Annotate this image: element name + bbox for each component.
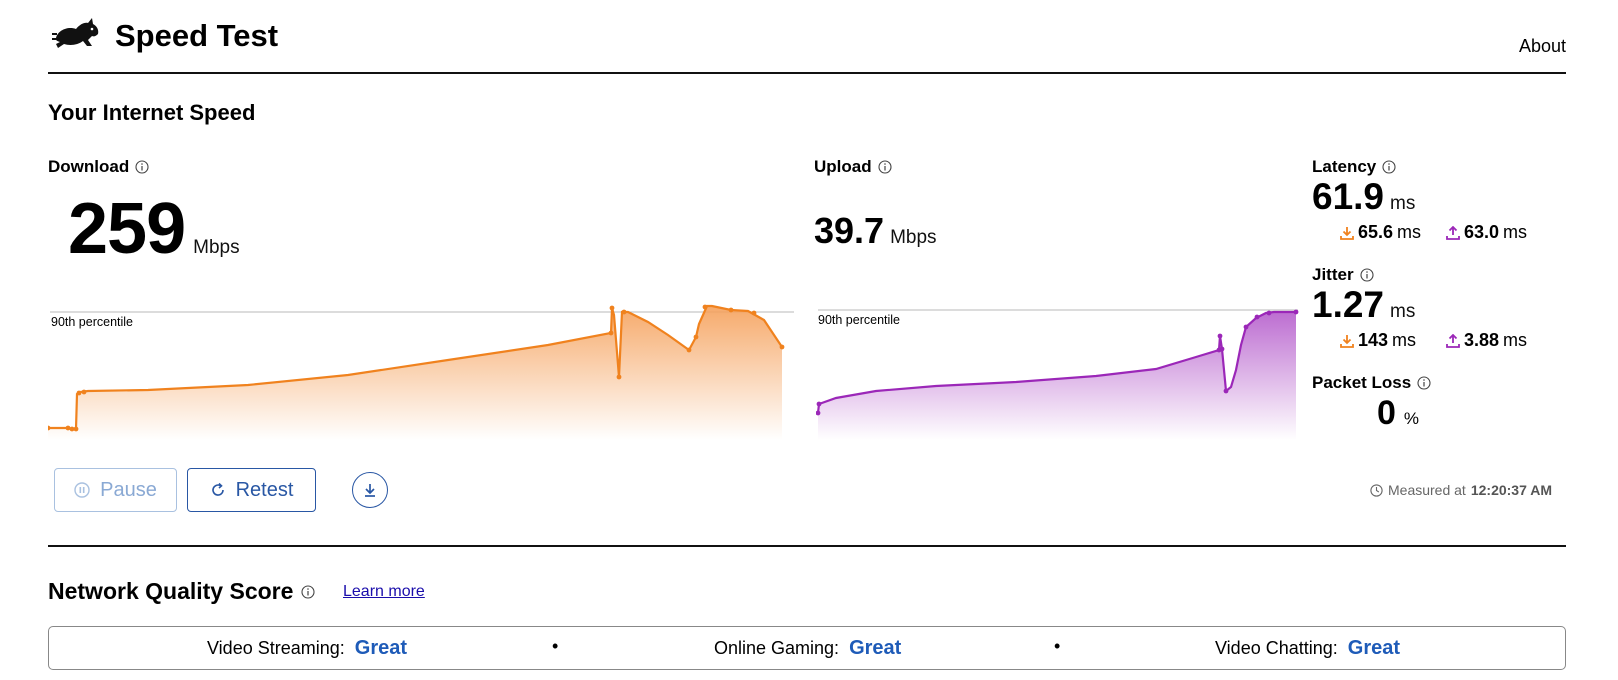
download-arrow-icon: [1340, 226, 1354, 240]
score-label: Online Gaming:: [714, 638, 840, 658]
retest-label: Retest: [235, 478, 294, 501]
score-online-gaming: Online Gaming: Great: [714, 637, 901, 660]
separator-dot: •: [552, 636, 559, 656]
latency-down-row: 65.6 ms: [1340, 222, 1421, 243]
measured-time: 12:20:37 AM: [1470, 482, 1553, 498]
download-chart: 90th percentile: [48, 304, 794, 440]
header-divider: [48, 72, 1566, 74]
score-value: Great: [849, 637, 902, 659]
jitter-up-row: 3.88 ms: [1446, 330, 1527, 351]
upload-arrow-icon: [1446, 225, 1460, 240]
info-icon[interactable]: [1417, 376, 1431, 390]
latency-down-value: 65.6: [1358, 222, 1394, 242]
packet-loss-label-row: Packet Loss: [1312, 373, 1431, 393]
pause-icon: [74, 482, 90, 498]
jitter-unit: ms: [1390, 301, 1416, 322]
upload-chart: 90th percentile: [816, 309, 1299, 440]
info-icon[interactable]: [1382, 160, 1396, 174]
download-label-row: Download: [48, 157, 149, 177]
jitter-down-row: 143 ms: [1340, 330, 1416, 351]
learn-more-link[interactable]: Learn more: [343, 583, 425, 601]
upload-label-row: Upload: [814, 157, 892, 177]
latency-unit: ms: [1390, 193, 1416, 214]
latency-up-value: 63.0: [1464, 222, 1500, 242]
jitter-up-value: 3.88: [1464, 330, 1500, 350]
packet-loss-value: 0: [1377, 394, 1396, 432]
upload-value-row: 39.7 Mbps: [814, 210, 937, 252]
app-title: Speed Test: [115, 18, 279, 53]
latency-label-row: Latency: [1312, 157, 1396, 177]
latency-value-row: 61.9 ms: [1312, 176, 1415, 218]
score-label: Video Streaming:: [207, 638, 345, 658]
download-arrow-icon: [1340, 334, 1354, 348]
percentile-label: 90th percentile: [51, 315, 133, 329]
download-unit: Mbps: [193, 237, 240, 258]
latency-up-row: 63.0 ms: [1446, 222, 1527, 243]
jitter-label: Jitter: [1312, 265, 1354, 284]
upload-label: Upload: [814, 157, 872, 176]
jitter-down-value: 143: [1358, 330, 1389, 350]
latency-down-unit: ms: [1397, 222, 1422, 242]
download-value: 259: [68, 189, 186, 269]
score-video-chatting: Video Chatting: Great: [1215, 637, 1400, 660]
upload-arrow-icon: [1446, 333, 1460, 348]
score-value: Great: [354, 637, 408, 659]
section-divider: [48, 545, 1566, 547]
latency-up-unit: ms: [1503, 222, 1528, 242]
jitter-label-row: Jitter: [1312, 265, 1374, 285]
download-results-button[interactable]: [352, 472, 388, 508]
about-link[interactable]: About: [1519, 36, 1566, 57]
info-icon[interactable]: [1360, 268, 1374, 282]
network-quality-title-row: Network Quality Score: [48, 578, 315, 605]
measured-prefix: Measured at: [1388, 482, 1466, 498]
network-quality-title: Network Quality Score: [48, 578, 294, 604]
download-icon: [365, 484, 375, 497]
upload-unit: Mbps: [890, 227, 937, 248]
jitter-down-unit: ms: [1392, 330, 1417, 350]
percentile-label: 90th percentile: [818, 313, 900, 327]
retest-button[interactable]: Retest: [187, 468, 316, 512]
download-label: Download: [48, 157, 130, 176]
pause-button[interactable]: Pause: [54, 468, 177, 512]
info-icon[interactable]: [135, 160, 149, 174]
latency-label: Latency: [1312, 157, 1377, 176]
packet-loss-label: Packet Loss: [1312, 373, 1412, 392]
score-label: Video Chatting:: [1215, 638, 1338, 658]
download-chart-area: [48, 306, 782, 440]
clock-icon: [1370, 483, 1383, 497]
separator-dot: •: [1054, 636, 1061, 656]
rabbit-logo-icon: [52, 18, 99, 48]
packet-loss-unit: %: [1403, 409, 1420, 428]
jitter-up-unit: ms: [1503, 330, 1528, 350]
refresh-icon: [211, 482, 224, 496]
score-video-streaming: Video Streaming: Great: [207, 637, 407, 660]
upload-value: 39.7: [814, 210, 885, 251]
info-icon[interactable]: [301, 584, 315, 599]
download-value-row: 259 Mbps: [68, 188, 240, 270]
section-title: Your Internet Speed: [48, 100, 256, 125]
measured-at: Measured at 12:20:37 AM: [1370, 482, 1552, 498]
latency-value: 61.9: [1312, 176, 1385, 217]
packet-loss-value-row: 0 %: [1377, 394, 1419, 433]
pause-label: Pause: [100, 478, 157, 501]
info-icon[interactable]: [878, 160, 892, 174]
score-value: Great: [1347, 637, 1401, 659]
jitter-value: 1.27: [1312, 284, 1385, 325]
jitter-value-row: 1.27 ms: [1312, 284, 1415, 326]
